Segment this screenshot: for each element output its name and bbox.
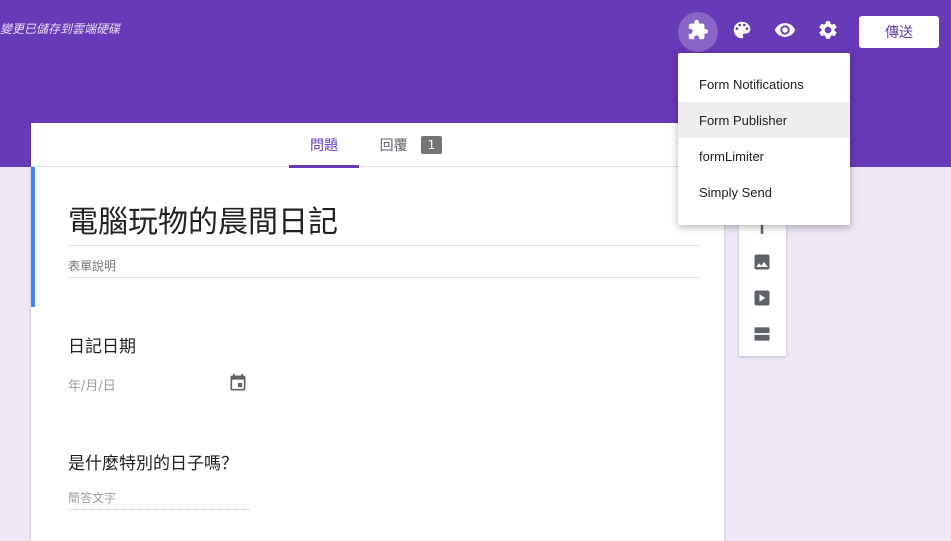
form-header-section: 電腦玩物的晨間日記 表單說明 — [31, 167, 724, 307]
tab-questions-label: 問題 — [310, 138, 338, 154]
tab-responses[interactable]: 回覆 1 — [371, 123, 451, 167]
palette-icon — [731, 19, 753, 45]
menu-item-form-publisher[interactable]: Form Publisher — [678, 102, 850, 138]
menu-item-form-notifications[interactable]: Form Notifications — [678, 66, 850, 102]
tab-responses-label: 回覆 — [379, 138, 408, 154]
gear-icon — [817, 19, 839, 45]
tab-questions[interactable]: 問題 — [289, 123, 359, 168]
puzzle-icon — [687, 19, 709, 45]
add-video-icon[interactable] — [752, 288, 772, 308]
question-title[interactable]: 日記日期 — [68, 332, 136, 357]
save-status: 變更已儲存到雲端硬碟 — [0, 22, 121, 36]
short-answer-placeholder: 簡答文字 — [68, 489, 249, 510]
date-answer-field: 年/月/日 — [68, 373, 248, 397]
tab-bar: 問題 回覆 1 — [31, 123, 724, 168]
addons-button[interactable] — [678, 12, 718, 52]
form-title-input[interactable]: 電腦玩物的晨間日記 — [68, 197, 701, 246]
responses-count-badge: 1 — [420, 136, 443, 154]
preview-button[interactable] — [765, 12, 805, 52]
add-image-icon[interactable] — [752, 252, 772, 272]
form-description-input[interactable]: 表單說明 — [68, 257, 701, 278]
menu-item-formlimiter[interactable]: formLimiter — [678, 138, 850, 174]
date-placeholder: 年/月/日 — [68, 379, 116, 394]
send-button[interactable]: 傳送 — [859, 16, 939, 48]
calendar-icon — [228, 373, 248, 393]
settings-button[interactable] — [808, 12, 848, 52]
question-title[interactable]: 是什麼特別的日子嗎？ — [68, 449, 238, 474]
theme-button[interactable] — [722, 12, 762, 52]
eye-icon — [774, 19, 796, 45]
add-section-icon[interactable] — [752, 324, 772, 344]
menu-item-simply-send[interactable]: Simply Send — [678, 174, 850, 210]
active-section-indicator — [31, 167, 35, 307]
form-card: 問題 回覆 1 電腦玩物的晨間日記 表單說明 日記日期 年/月/日 是什麼特別的… — [31, 123, 724, 541]
addons-menu: Form Notifications Form Publisher formLi… — [678, 53, 850, 225]
